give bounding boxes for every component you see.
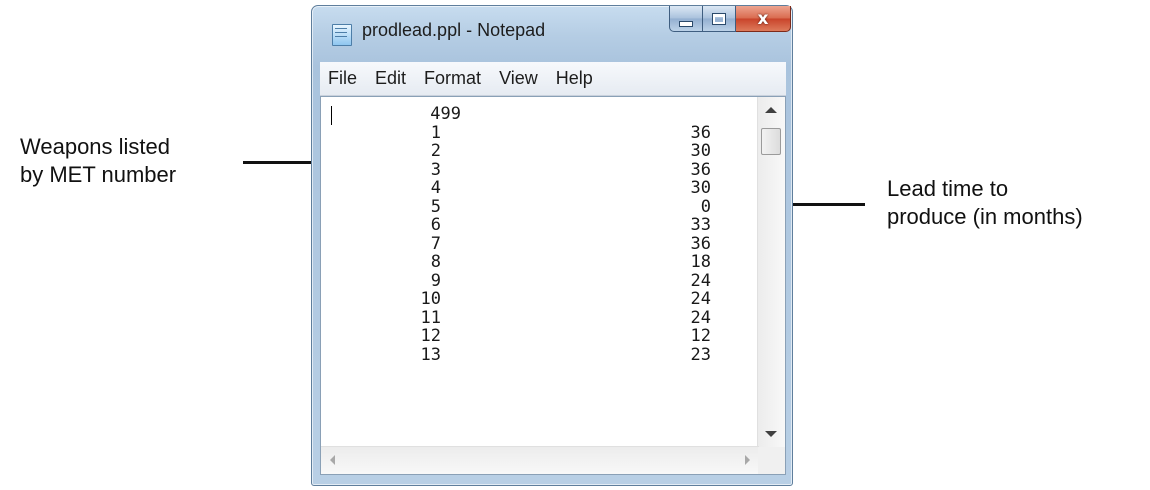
met-number: 4 <box>430 178 441 198</box>
close-button[interactable]: x <box>736 6 791 32</box>
table-row: 7 36 <box>321 233 751 254</box>
table-row: 12 12 <box>321 327 751 346</box>
lead-time: 36 <box>690 122 711 143</box>
notepad-icon[interactable] <box>332 24 352 46</box>
scroll-thumb[interactable] <box>761 128 781 155</box>
menu-bar: File Edit Format View Help <box>320 62 786 96</box>
scroll-down-icon[interactable] <box>765 431 777 437</box>
minimize-icon <box>679 20 693 27</box>
met-number: 10 <box>420 289 441 309</box>
met-number: 13 <box>420 344 441 365</box>
close-icon: x <box>757 8 769 29</box>
annotation-line: produce (in months) <box>887 204 1083 229</box>
text-editor[interactable]: 499 1 36 2 30 3 36 4 30 50 6 33 7 36 8 18 9 24 1… <box>320 96 786 475</box>
notepad-window: prodlead.ppl - Notepad x File Edit Forma… <box>311 5 793 486</box>
table-row: 2 30 <box>321 142 751 161</box>
met-number: 7 <box>430 233 441 254</box>
met-number: 5 <box>430 196 441 217</box>
minimize-button[interactable] <box>669 6 703 32</box>
lead-time: 30 <box>690 178 711 198</box>
scroll-left-icon[interactable] <box>330 455 335 465</box>
met-number: 3 <box>430 159 441 180</box>
document-content[interactable]: 499 1 36 2 30 3 36 4 30 50 6 33 7 36 8 18 9 24 1… <box>321 105 751 364</box>
met-number: 12 <box>420 326 441 346</box>
lead-time: 18 <box>690 252 711 272</box>
table-row: 9 24 <box>321 270 751 291</box>
met-number: 1 <box>430 122 441 143</box>
table-row: 10 24 <box>321 290 751 309</box>
annotation-line: Weapons listed <box>20 134 171 159</box>
annotation-line: by MET number <box>20 162 177 187</box>
lead-time: 23 <box>690 344 711 365</box>
lead-time: 24 <box>690 289 711 309</box>
table-row: 50 <box>321 196 751 217</box>
table-row: 1 36 <box>321 122 751 143</box>
lead-time: 0 <box>700 196 711 217</box>
met-number: 9 <box>430 270 441 291</box>
table-row: 11 24 <box>321 307 751 328</box>
title-bar[interactable]: prodlead.ppl - Notepad x <box>312 6 792 52</box>
lead-time: 24 <box>690 307 711 328</box>
menu-edit[interactable]: Edit <box>366 68 415 89</box>
scroll-up-icon[interactable] <box>765 107 777 113</box>
met-number: 8 <box>430 252 441 272</box>
lead-time: 30 <box>690 141 711 161</box>
table-row: 8 18 <box>321 253 751 272</box>
caption-buttons: x <box>669 6 791 32</box>
table-row: 4 30 <box>321 179 751 198</box>
lead-time: 12 <box>690 326 711 346</box>
table-row: 3 36 <box>321 159 751 180</box>
lead-time: 36 <box>690 233 711 254</box>
menu-view[interactable]: View <box>490 68 547 89</box>
menu-format[interactable]: Format <box>415 68 490 89</box>
met-number: 2 <box>430 141 441 161</box>
record-count: 499 <box>430 104 461 124</box>
window-title: prodlead.ppl - Notepad <box>362 20 546 40</box>
horizontal-scrollbar[interactable] <box>321 446 759 474</box>
lead-time: 36 <box>690 159 711 180</box>
annotation-lead-time: Lead time to produce (in months) <box>887 175 1083 231</box>
maximize-button[interactable] <box>703 6 736 32</box>
resize-grip[interactable] <box>758 447 785 474</box>
table-row: 6 33 <box>321 216 751 235</box>
annotation-weapons-by-met: Weapons listed by MET number <box>20 133 176 189</box>
lead-time: 33 <box>690 215 711 235</box>
lead-time: 24 <box>690 270 711 291</box>
met-number: 6 <box>430 215 441 235</box>
menu-help[interactable]: Help <box>547 68 602 89</box>
scroll-right-icon[interactable] <box>745 455 750 465</box>
met-number: 11 <box>420 307 441 328</box>
header-row: 499 <box>321 105 751 124</box>
annotation-line: Lead time to <box>887 176 1009 201</box>
maximize-icon <box>712 12 726 25</box>
vertical-scrollbar[interactable] <box>757 97 785 447</box>
menu-file[interactable]: File <box>320 68 366 89</box>
table-row: 13 23 <box>321 344 751 365</box>
